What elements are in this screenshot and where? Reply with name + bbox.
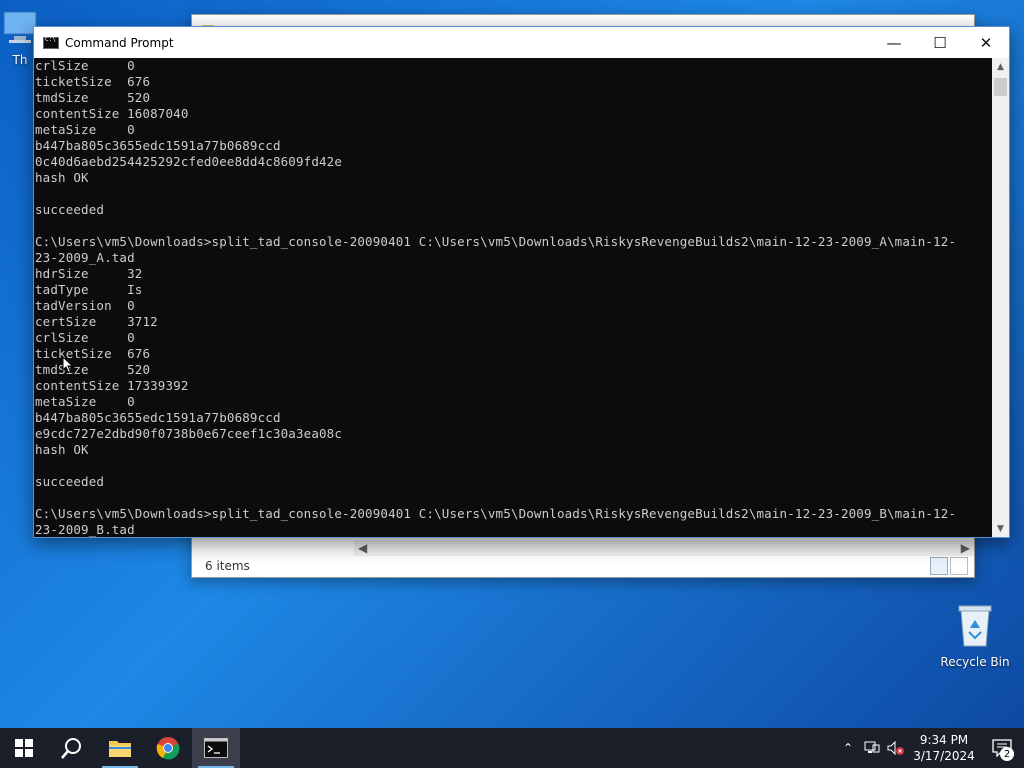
console-line: tmdSize 520 [35,90,151,105]
console-line: 0c40d6aebd254425292cfed0ee8dd4c8609fd42e [35,154,343,169]
maximize-button[interactable]: ☐ [917,27,963,58]
minimize-button[interactable]: — [871,27,917,58]
console-line: tadVersion 0 [35,298,135,313]
system-tray: ⌃ 9:34 PM 3/17/2024 2 [836,728,1024,768]
taskbar-command-prompt[interactable] [192,728,240,768]
vertical-scrollbar[interactable]: ▲ ▼ [992,58,1009,537]
console-line: ticketSize 676 [35,346,151,361]
view-toggle[interactable] [930,557,968,575]
console-line: e9cdc727e2dbd90f0738b0e67ceef1c30a3ea08c [35,426,343,441]
console-line: crlSize 0 [35,58,135,73]
volume-muted-icon[interactable] [884,741,908,755]
status-bar: 6 items [192,555,974,577]
recycle-bin-icon [933,600,1017,651]
console-line: ticketSize 676 [35,74,151,89]
console-line: tadType Is [35,282,143,297]
chevron-up-icon: ⌃ [842,741,854,755]
console-output[interactable]: crlSize 0 ticketSize 676 tmdSize 520 conten… [34,58,992,537]
cmd-titlebar[interactable]: Command Prompt — ☐ ✕ [34,27,1009,58]
terminal-icon [43,36,59,49]
desktop-icon-recycle-bin[interactable]: Recycle Bin [933,600,1017,669]
maximize-icon: ☐ [933,33,947,52]
console-line: certSize 3712 [35,314,158,329]
console-line: hdrSize 32 [35,266,143,281]
scrollbar-thumb[interactable] [994,78,1007,96]
console-line: C:\Users\vm5\Downloads>split_tad_console… [35,506,957,521]
windows-logo-icon [15,739,33,757]
search-icon [61,738,81,759]
action-center-button[interactable]: 2 [980,728,1024,768]
scroll-down-icon[interactable]: ▼ [992,520,1009,537]
scroll-left-icon[interactable]: ◀ [358,541,367,555]
window-title: Command Prompt [65,35,174,50]
chrome-icon [156,737,180,760]
large-icons-view-icon[interactable] [950,557,968,575]
clock-date: 3/17/2024 [913,749,975,763]
taskbar-chrome[interactable] [144,728,192,768]
console-line: crlSize 0 [35,330,135,345]
desktop-icon-label: Recycle Bin [940,655,1010,669]
console-line: succeeded [35,202,105,217]
mouse-pointer-icon [62,355,74,378]
clock[interactable]: 9:34 PM 3/17/2024 [908,732,980,764]
taskbar: ⌃ 9:34 PM 3/17/2024 2 [0,728,1024,768]
console-line: C:\Users\vm5\Downloads>split_tad_console… [35,234,957,249]
console-line: contentSize 17339392 [35,378,189,393]
clock-time: 9:34 PM [919,733,969,747]
details-view-icon[interactable] [930,557,948,575]
scroll-up-icon[interactable]: ▲ [992,58,1009,75]
search-button[interactable] [48,728,96,768]
network-icon[interactable] [860,741,884,755]
console-line: b447ba805c3655edc1591a77b0689ccd [35,138,281,153]
console-line: metaSize 0 [35,122,135,137]
console-line: tmdSize 520 [35,362,151,377]
close-button[interactable]: ✕ [963,27,1009,58]
start-button[interactable] [0,728,48,768]
console-line: hash OK [35,170,89,185]
item-count: 6 items [205,559,250,573]
console-line: b447ba805c3655edc1591a77b0689ccd [35,410,281,425]
show-hidden-icons-button[interactable]: ⌃ [836,741,860,755]
console-line: 23-2009_A.tad [35,250,135,265]
close-icon: ✕ [979,33,993,52]
terminal-icon [204,738,228,758]
console-line: 23-2009_B.tad [35,522,135,537]
console-line: hash OK [35,442,89,457]
command-prompt-window[interactable]: Command Prompt — ☐ ✕ crlSize 0ticketSize… [33,26,1010,538]
notification-badge: 2 [1000,747,1014,761]
minimize-icon: — [886,33,902,52]
horizontal-scrollbar[interactable]: ◀ ▶ [354,540,974,556]
console-line: metaSize 0 [35,394,135,409]
folder-icon [109,741,131,757]
scroll-right-icon[interactable]: ▶ [961,541,970,555]
taskbar-file-explorer[interactable] [96,728,144,768]
console-line: contentSize 16087040 [35,106,189,121]
console-line: succeeded [35,474,105,489]
